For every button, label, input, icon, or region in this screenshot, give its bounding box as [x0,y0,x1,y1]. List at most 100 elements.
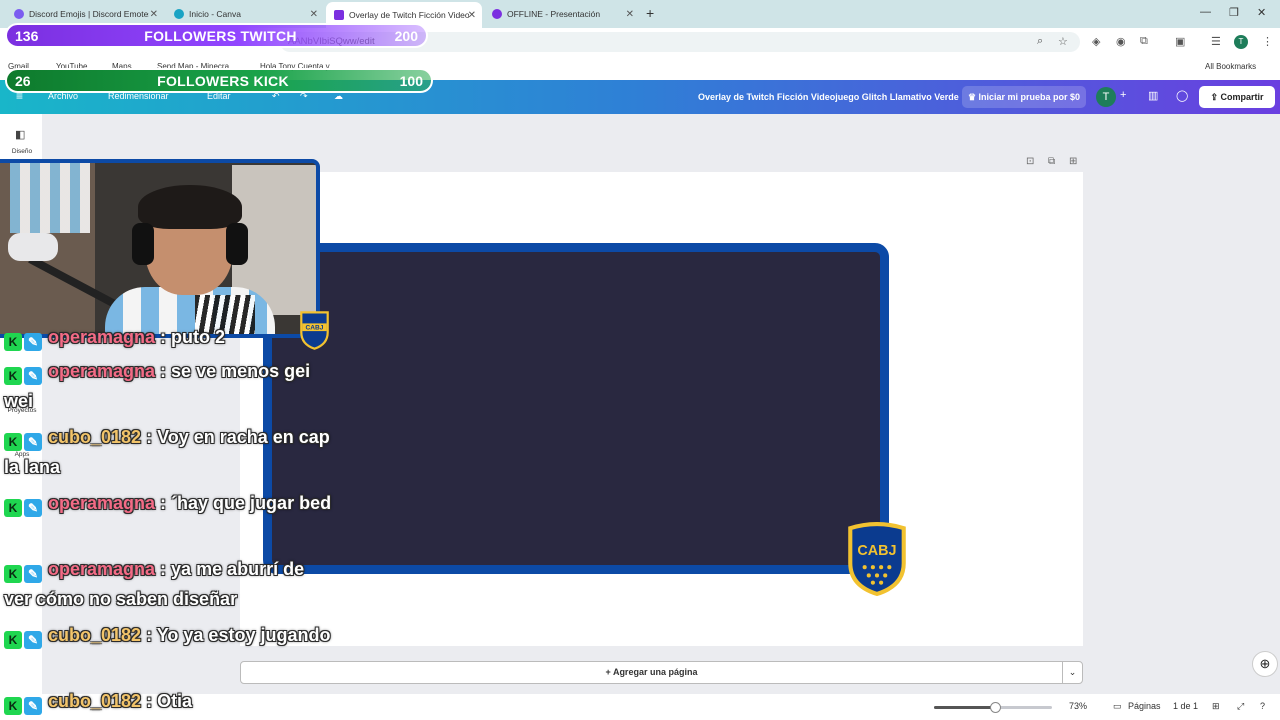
wrench-icon: ✎ [24,631,42,649]
minimize-icon[interactable]: — [1200,6,1211,18]
chat-message: K ✎ cubo_0182 : Otia [4,686,334,716]
webcam-hair [138,185,242,229]
kick-icon: K [4,631,22,649]
kick-followers-bar: 26 FOLLOWERS KICK 100 [5,68,433,93]
badge-text: CABJ [857,543,896,559]
tab-title: Discord Emojis | Discord Emotes [29,9,149,19]
cabj-badge-large[interactable]: CABJ [846,522,908,596]
close-tab-icon[interactable]: ✕ [310,9,318,20]
chat-message: K ✎ cubo_0182 : Voy en racha en cap la lan… [4,422,334,482]
chat-username: operamagna [48,559,156,579]
chat-username: cubo_0182 [48,625,142,645]
browser-tab[interactable]: OFFLINE - Presentación ✕ [484,3,640,25]
chat-message: K ✎ operamagna : ya me aburrí de ver cómo … [4,554,334,614]
design-icon[interactable]: ◧ [15,128,25,141]
zoom-level[interactable]: 73% [1069,701,1087,711]
discord-emojis-icon [14,9,24,19]
share-button[interactable]: ⇪ Compartir [1199,86,1275,108]
chevron-down-icon[interactable]: ⌄ [1062,661,1083,684]
browser-tab[interactable]: Inicio - Canva ✕ [166,3,324,25]
chat-separator: : [155,361,167,381]
chat-text: ´hay que jugar bed [166,493,332,513]
page-counter: 1 de 1 [1173,701,1199,711]
extension-shield-icon[interactable]: ◈ [1092,35,1100,48]
chat-text: Otia [152,691,193,711]
reading-list-icon[interactable]: ☰ [1211,35,1221,48]
help-icon[interactable]: ? [1260,701,1265,711]
user-avatar[interactable]: T [1096,87,1116,107]
microphone-icon [8,233,58,261]
close-tab-icon[interactable]: ✕ [626,9,634,20]
chat-separator: : [141,427,153,447]
webcam-background [0,163,316,334]
fullscreen-icon[interactable]: ⤢ [1237,701,1244,712]
overlay-frame-shape[interactable] [263,243,889,574]
browser-menu-icon[interactable]: ⋮ [1262,35,1273,48]
chat-username: operamagna [48,361,156,381]
chat-text: Yo ya estoy jugando [152,625,331,645]
lock-page-icon[interactable]: ⊡ [1026,156,1034,167]
share-icon: ⇪ [1210,92,1221,102]
chat-text: puto 2 [166,327,226,347]
wrench-icon: ✎ [24,565,42,583]
close-window-icon[interactable]: ✕ [1257,6,1266,19]
webcam-feed [0,159,320,338]
kick-icon: K [4,499,22,517]
tab-title: OFFLINE - Presentación [507,9,601,19]
chat-separator: : [141,625,153,645]
chat-username: operamagna [48,493,156,513]
kick-icon: K [4,697,22,715]
twitch-follower-goal: 200 [394,27,418,44]
kick-follower-count: 26 [15,72,31,89]
pages-button[interactable]: Páginas [1128,701,1161,711]
start-trial-button[interactable]: ♛ Iniciar mi prueba por $0 [962,86,1086,108]
share-label: Compartir [1220,92,1264,102]
design-title[interactable]: Overlay de Twitch Ficción Videojuego Gli… [698,92,959,102]
presentation-icon [492,9,502,19]
chat-message: K ✎ operamagna : puto 2 [4,322,334,352]
insights-icon[interactable]: ▥ [1148,89,1158,102]
duplicate-page-icon[interactable]: ⧉ [1048,156,1055,167]
chat-message: K ✎ operamagna : ´hay que jugar bed [4,488,334,518]
chat-separator: : [155,327,167,347]
zoom-slider[interactable] [934,702,1052,713]
extension-icon[interactable]: ◉ [1116,35,1126,48]
comments-icon[interactable]: ◯ [1176,89,1188,102]
twitch-followers-bar: 136 FOLLOWERS TWITCH 200 [5,23,428,48]
kick-icon: K [4,333,22,351]
webcam-hanging-jersey [10,163,90,233]
bookmark-star-icon[interactable]: ☆ [1058,35,1068,48]
media-icon[interactable]: ▣ [1175,35,1185,48]
zoom-slider-fill [934,706,996,709]
rail-design-label[interactable]: Diseño [4,148,40,155]
chat-message: K ✎ cubo_0182 : Yo ya estoy jugando [4,620,334,650]
add-page-button[interactable]: + Agregar una página [240,661,1063,684]
kick-follower-goal: 100 [399,72,423,89]
wrench-icon: ✎ [24,499,42,517]
twitch-follower-count: 136 [15,27,39,44]
start-trial-label: Iniciar mi prueba por $0 [978,92,1081,102]
browser-tab[interactable]: Discord Emojis | Discord Emotes ✕ [6,3,164,25]
new-tab-button[interactable]: + [646,5,654,21]
wrench-icon: ✎ [24,433,42,451]
all-bookmarks[interactable]: All Bookmarks [1205,62,1256,71]
chat-username: cubo_0182 [48,691,142,711]
profile-avatar[interactable]: T [1234,35,1248,49]
kick-icon: K [4,367,22,385]
maximize-icon[interactable]: ❐ [1229,6,1239,19]
tab-title: Inicio - Canva [189,9,241,19]
add-page-icon[interactable]: ⊞ [1069,156,1077,167]
chat-separator: : [141,691,153,711]
close-tab-icon[interactable]: ✕ [468,10,476,21]
pages-icon[interactable]: ▭ [1113,701,1122,712]
headset-icon [226,223,248,265]
close-tab-icon[interactable]: ✕ [150,9,158,20]
magnifier-icon[interactable]: ⊕ [1252,651,1278,677]
chat-username: cubo_0182 [48,427,142,447]
extensions-puzzle-icon[interactable]: ⧉ [1140,35,1148,48]
add-collaborator-icon[interactable]: + [1120,89,1126,101]
grid-view-icon[interactable]: ⊞ [1212,701,1220,712]
canva-icon [174,9,184,19]
wrench-icon: ✎ [24,697,42,715]
zoom-icon[interactable]: ⌕ [1037,35,1043,48]
